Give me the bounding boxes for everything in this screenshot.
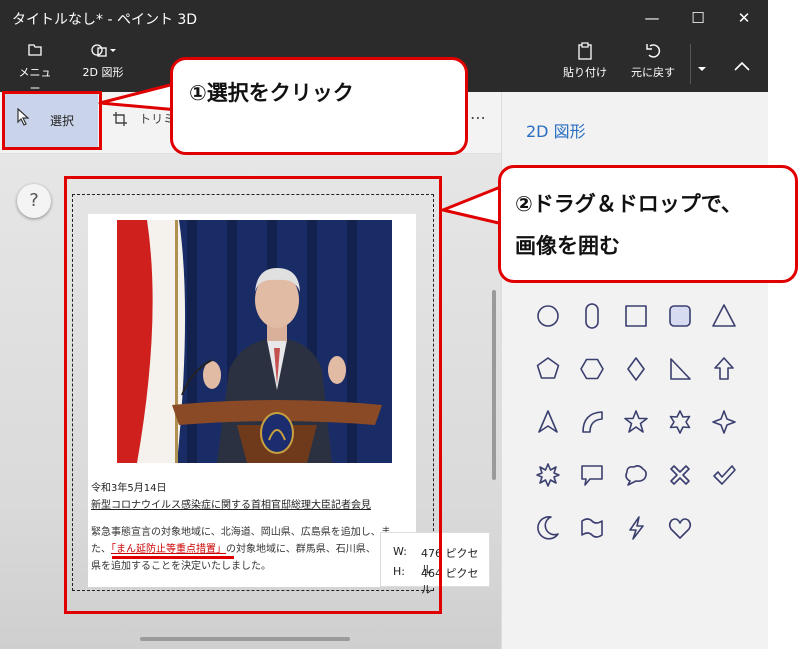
- shapes2d-ribbon-button[interactable]: 2D 図形: [78, 42, 128, 80]
- folder-icon: [14, 42, 56, 64]
- wave-banner-shape-icon[interactable]: [581, 518, 603, 538]
- minimize-button[interactable]: —: [632, 4, 672, 32]
- heart-shape-icon[interactable]: [668, 518, 692, 539]
- maximize-button[interactable]: ☐: [678, 4, 718, 32]
- crop-icon: [112, 108, 133, 127]
- help-button[interactable]: ?: [17, 184, 51, 218]
- callout1-text: ①選択をクリック: [189, 81, 354, 105]
- shapes2d-ribbon-label: 2D 図形: [82, 66, 124, 79]
- star-6-shape-icon[interactable]: [669, 410, 691, 434]
- menu-button[interactable]: メニュー: [14, 42, 56, 96]
- right-triangle-shape-icon[interactable]: [670, 358, 691, 380]
- lightning-shape-icon[interactable]: [629, 516, 644, 540]
- square-shape-icon[interactable]: [625, 305, 647, 327]
- check-mark-shape-icon[interactable]: [713, 465, 736, 485]
- callout-drag-instruction: ②ドラグ＆ドロップで、 画像を囲む: [498, 165, 798, 283]
- star-5-shape-icon[interactable]: [624, 410, 648, 433]
- rounded-square-shape-icon[interactable]: [669, 305, 691, 327]
- burst-shape-icon[interactable]: [536, 463, 560, 487]
- speech-bubble-rect-shape-icon[interactable]: [581, 465, 603, 486]
- close-button[interactable]: ✕: [724, 4, 764, 32]
- chevron-down-icon[interactable]: [697, 58, 707, 77]
- select-highlight-box: [2, 91, 102, 150]
- crescent-shape-icon[interactable]: [537, 516, 559, 540]
- paste-label: 貼り付け: [563, 66, 607, 79]
- undo-label: 元に戻す: [631, 66, 675, 79]
- diamond-shape-icon[interactable]: [627, 357, 645, 381]
- x-mark-shape-icon[interactable]: [670, 465, 690, 485]
- circle-shape-icon[interactable]: [537, 305, 559, 327]
- callout2-line2: 画像を囲む: [515, 234, 620, 258]
- image-selection-box: [64, 176, 442, 614]
- speech-bubble-cloud-shape-icon[interactable]: [625, 465, 647, 486]
- clipboard-icon: [562, 42, 608, 64]
- triangle-shape-icon[interactable]: [712, 304, 736, 327]
- crop-tool-button[interactable]: トリミ: [112, 108, 175, 127]
- more-tools-button[interactable]: ⋯: [470, 108, 486, 127]
- pill-shape-icon[interactable]: [585, 303, 599, 329]
- chevron-up-icon[interactable]: [734, 56, 750, 75]
- right-edge: [768, 0, 799, 649]
- horizontal-scrollbar[interactable]: [140, 637, 350, 641]
- arrowhead-shape-icon[interactable]: [538, 410, 558, 433]
- hexagon-shape-icon[interactable]: [580, 358, 604, 380]
- title-bar: タイトルなし* - ペイント 3D — ☐ ✕: [0, 0, 768, 36]
- callout2-line1: ②ドラグ＆ドロップで、: [515, 192, 742, 216]
- quarter-arc-shape-icon[interactable]: [582, 411, 603, 433]
- callout-select-instruction: ①選択をクリック: [170, 57, 468, 155]
- window-title: タイトルなし* - ペイント 3D: [12, 12, 198, 28]
- paste-button[interactable]: 貼り付け: [562, 42, 608, 80]
- star-4-shape-icon[interactable]: [712, 410, 736, 434]
- ribbon-divider: [690, 44, 691, 84]
- shapes-icon: [78, 42, 128, 64]
- pentagon-shape-icon[interactable]: [536, 357, 560, 379]
- undo-icon: [630, 42, 676, 64]
- vertical-scrollbar[interactable]: [492, 290, 496, 480]
- undo-button[interactable]: 元に戻す: [630, 42, 676, 80]
- arrow-up-shape-icon[interactable]: [714, 357, 734, 380]
